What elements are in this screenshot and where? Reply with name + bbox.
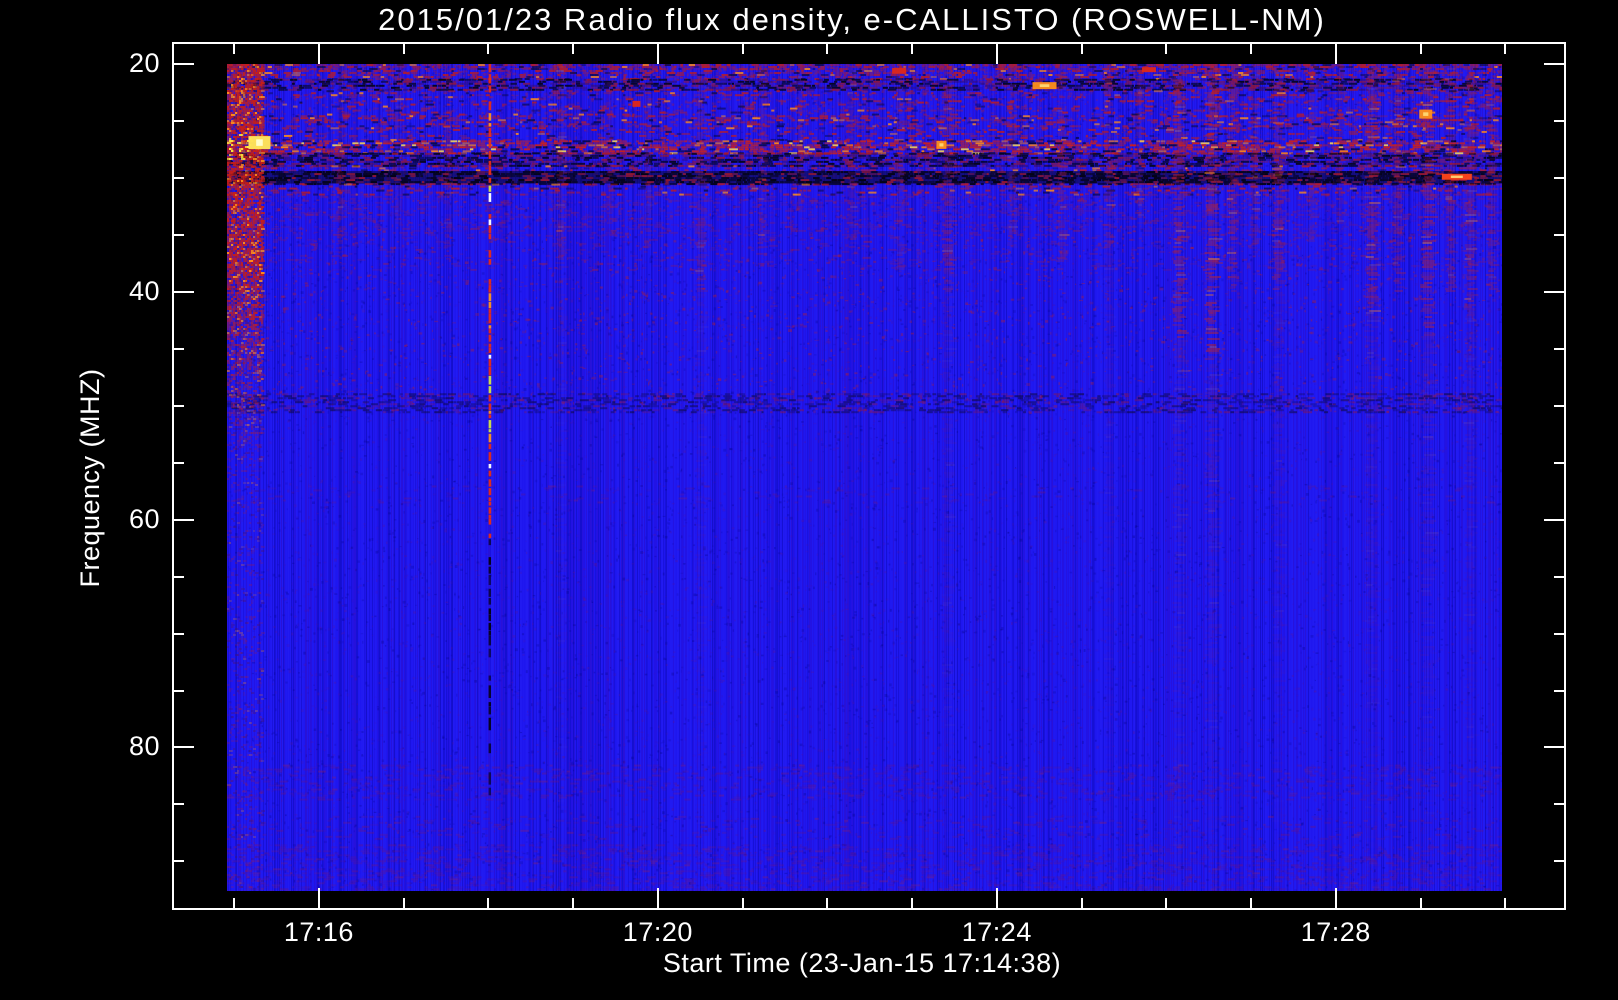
- y-tick-major: [1544, 63, 1564, 66]
- y-tick-minor: [1554, 233, 1564, 236]
- x-tick-major: [1334, 44, 1337, 64]
- plot-frame: [172, 42, 1566, 910]
- chart-title: 2015/01/23 Radio flux density, e-CALLIST…: [378, 2, 1326, 37]
- x-tick-minor: [911, 898, 914, 908]
- x-tick-minor: [233, 898, 236, 908]
- y-tick-minor: [174, 860, 184, 863]
- y-tick-minor: [174, 575, 184, 578]
- y-tick-minor: [174, 176, 184, 179]
- y-tick-major: [174, 290, 194, 293]
- y-tick-minor: [1554, 347, 1564, 350]
- x-tick-major: [656, 888, 659, 908]
- y-axis-title: Frequency (MHZ): [75, 368, 105, 588]
- x-tick-minor: [233, 44, 236, 54]
- y-tick-minor: [1554, 689, 1564, 692]
- x-tick-label: 17:20: [622, 917, 693, 947]
- x-tick-minor: [402, 898, 405, 908]
- x-tick-minor: [487, 44, 490, 54]
- y-tick-minor: [1554, 176, 1564, 179]
- x-tick-minor: [572, 898, 575, 908]
- x-tick-major: [1334, 888, 1337, 908]
- x-tick-minor: [1080, 44, 1083, 54]
- x-tick-minor: [1080, 898, 1083, 908]
- y-tick-major: [174, 518, 194, 521]
- y-tick-major: [1544, 290, 1564, 293]
- y-tick-major: [1544, 746, 1564, 749]
- spectrogram-plot: 2015/01/23 Radio flux density, e-CALLIST…: [0, 0, 1618, 1000]
- x-tick-minor: [911, 44, 914, 54]
- x-tick-minor: [741, 44, 744, 54]
- x-tick-label: 17:24: [961, 917, 1032, 947]
- x-tick-minor: [1419, 44, 1422, 54]
- x-tick-minor: [1165, 898, 1168, 908]
- x-tick-minor: [741, 898, 744, 908]
- x-axis-title: Start Time (23-Jan-15 17:14:38): [662, 948, 1062, 978]
- x-tick-major: [317, 888, 320, 908]
- x-tick-major: [995, 44, 998, 64]
- y-tick-minor: [1554, 860, 1564, 863]
- x-tick-label: 17:28: [1300, 917, 1371, 947]
- y-tick-minor: [1554, 575, 1564, 578]
- y-tick-minor: [174, 233, 184, 236]
- y-tick-major: [174, 746, 194, 749]
- x-tick-minor: [1504, 44, 1507, 54]
- y-tick-label: 20: [128, 48, 160, 79]
- y-tick-major: [174, 63, 194, 66]
- y-tick-minor: [1554, 461, 1564, 464]
- y-tick-minor: [174, 689, 184, 692]
- y-tick-minor: [174, 803, 184, 806]
- y-tick-label: 60: [128, 503, 160, 534]
- x-tick-label: 17:16: [283, 917, 354, 947]
- x-tick-minor: [1419, 898, 1422, 908]
- y-tick-minor: [174, 347, 184, 350]
- y-tick-label: 80: [128, 731, 160, 762]
- x-tick-minor: [1165, 44, 1168, 54]
- x-tick-minor: [1250, 898, 1253, 908]
- y-tick-minor: [174, 120, 184, 123]
- x-tick-major: [656, 44, 659, 64]
- x-tick-minor: [572, 44, 575, 54]
- x-tick-minor: [826, 44, 829, 54]
- y-tick-minor: [1554, 632, 1564, 635]
- x-tick-minor: [826, 898, 829, 908]
- y-tick-minor: [174, 632, 184, 635]
- y-tick-minor: [1554, 803, 1564, 806]
- y-tick-major: [1544, 518, 1564, 521]
- y-tick-minor: [174, 404, 184, 407]
- x-tick-major: [317, 44, 320, 64]
- y-tick-minor: [174, 461, 184, 464]
- x-tick-minor: [1504, 898, 1507, 908]
- x-tick-minor: [402, 44, 405, 54]
- y-tick-minor: [1554, 404, 1564, 407]
- y-tick-label: 40: [128, 275, 160, 306]
- x-tick-major: [995, 888, 998, 908]
- y-tick-minor: [1554, 120, 1564, 123]
- x-tick-minor: [1250, 44, 1253, 54]
- x-tick-minor: [487, 898, 490, 908]
